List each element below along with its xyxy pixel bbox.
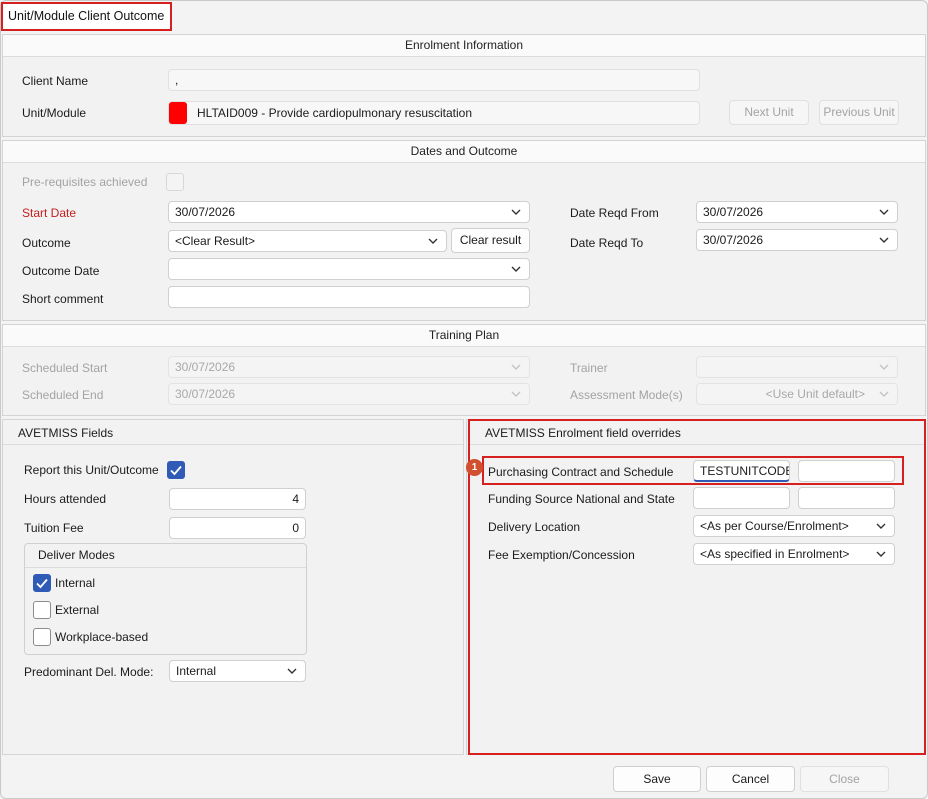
scheduled-start-field[interactable]: 30/07/2026 — [168, 356, 530, 378]
check-icon — [170, 465, 182, 476]
outcome-value: <Clear Result> — [175, 234, 256, 248]
clear-result-button[interactable]: Clear result — [451, 228, 530, 253]
delivery-location-select[interactable]: <As per Course/Enrolment> — [693, 515, 895, 537]
enrolment-header: Enrolment Information — [3, 35, 925, 57]
chevron-down-icon — [511, 384, 521, 398]
scheduled-start-value: 30/07/2026 — [175, 360, 236, 374]
mode-internal-label: Internal — [55, 576, 96, 590]
cancel-button[interactable]: Cancel — [706, 766, 795, 792]
chevron-down-icon[interactable] — [511, 202, 521, 216]
mode-workplace-checkbox[interactable] — [33, 628, 51, 646]
reqd-to-field[interactable]: 30/07/2026 — [696, 229, 898, 251]
outcome-select[interactable]: <Clear Result> — [168, 230, 447, 252]
window-title: Unit/Module Client Outcome — [8, 9, 165, 23]
purchasing-field-2[interactable] — [798, 460, 895, 482]
scheduled-start-label: Scheduled Start — [22, 361, 108, 375]
scheduled-end-value: 30/07/2026 — [175, 387, 236, 401]
fee-value: <As specified in Enrolment> — [700, 547, 850, 561]
check-icon — [36, 578, 48, 589]
scheduled-end-label: Scheduled End — [22, 388, 104, 402]
predominant-label: Predominant Del. Mode: — [24, 665, 154, 679]
mode-workplace-label: Workplace-based — [55, 630, 149, 644]
chevron-down-icon[interactable] — [428, 231, 438, 245]
delivery-location-label: Delivery Location — [488, 520, 581, 534]
next-unit-button[interactable]: Next Unit — [729, 100, 809, 125]
report-checkbox[interactable] — [167, 461, 185, 479]
assessment-select[interactable]: <Use Unit default> — [696, 383, 898, 405]
outcome-date-label: Outcome Date — [22, 264, 100, 278]
unit-color-swatch — [169, 102, 187, 124]
chevron-down-icon[interactable] — [511, 259, 521, 273]
outcome-date-field[interactable] — [168, 258, 530, 280]
close-button[interactable]: Close — [800, 766, 889, 792]
reqd-from-field[interactable]: 30/07/2026 — [696, 201, 898, 223]
short-comment-field[interactable] — [168, 286, 530, 308]
tuition-label: Tuition Fee — [24, 521, 84, 535]
hours-label: Hours attended — [24, 492, 107, 506]
avetmiss-header: AVETMISS Fields — [18, 426, 114, 440]
previous-unit-button[interactable]: Previous Unit — [819, 100, 899, 125]
chevron-down-icon — [511, 357, 521, 371]
purchasing-label: Purchasing Contract and Schedule — [488, 465, 674, 479]
tuition-field[interactable]: 0 — [169, 517, 306, 539]
unit-label: Unit/Module — [22, 106, 87, 120]
start-date-field[interactable]: 30/07/2026 — [168, 201, 530, 223]
chevron-down-icon[interactable] — [287, 661, 297, 675]
chevron-down-icon[interactable] — [876, 544, 886, 558]
mode-external-label: External — [55, 603, 100, 617]
outcome-label: Outcome — [22, 236, 71, 250]
reqd-from-label: Date Reqd From — [570, 206, 659, 220]
mode-internal-checkbox[interactable] — [33, 574, 51, 592]
trainer-label: Trainer — [570, 361, 608, 375]
scheduled-end-field[interactable]: 30/07/2026 — [168, 383, 530, 405]
trainer-select[interactable] — [696, 356, 898, 378]
start-date-label: Start Date — [22, 206, 77, 220]
delivery-location-value: <As per Course/Enrolment> — [700, 519, 849, 533]
deliver-modes-header: Deliver Modes — [25, 544, 306, 568]
prereq-label: Pre-requisites achieved — [22, 175, 148, 189]
dates-header: Dates and Outcome — [3, 141, 925, 163]
funding-label: Funding Source National and State — [488, 492, 675, 506]
hours-field[interactable]: 4 — [169, 488, 306, 510]
save-button[interactable]: Save — [613, 766, 701, 792]
reqd-to-label: Date Reqd To — [570, 236, 644, 250]
predominant-select[interactable]: Internal — [169, 660, 306, 682]
reqd-from-value: 30/07/2026 — [703, 205, 764, 219]
mode-external-checkbox[interactable] — [33, 601, 51, 619]
purchasing-field-1[interactable]: TESTUNITCODE — [693, 460, 790, 482]
reqd-to-value: 30/07/2026 — [703, 233, 764, 247]
funding-field-1[interactable] — [693, 487, 790, 509]
chevron-down-icon[interactable] — [879, 230, 889, 244]
prereq-checkbox[interactable] — [166, 173, 184, 191]
overrides-header-divider — [470, 444, 924, 445]
client-name-field[interactable]: , — [168, 69, 700, 91]
chevron-down-icon[interactable] — [876, 516, 886, 530]
assessment-label: Assessment Mode(s) — [570, 388, 683, 402]
step-badge: 1 — [466, 459, 483, 476]
funding-field-2[interactable] — [798, 487, 895, 509]
client-name-label: Client Name — [22, 74, 89, 88]
chevron-down-icon[interactable] — [879, 202, 889, 216]
overrides-header: AVETMISS Enrolment field overrides — [485, 426, 681, 440]
fee-select[interactable]: <As specified in Enrolment> — [693, 543, 895, 565]
avetmiss-header-divider — [3, 444, 463, 445]
report-label: Report this Unit/Outcome — [24, 463, 159, 477]
assessment-value: <Use Unit default> — [765, 387, 865, 401]
chevron-down-icon — [879, 384, 889, 398]
training-header: Training Plan — [3, 325, 925, 347]
short-comment-label: Short comment — [22, 292, 104, 306]
fee-label: Fee Exemption/Concession — [488, 548, 635, 562]
chevron-down-icon — [879, 357, 889, 371]
unit-field[interactable]: HLTAID009 - Provide cardiopulmonary resu… — [168, 101, 700, 125]
start-date-value: 30/07/2026 — [175, 205, 236, 219]
predominant-value: Internal — [176, 664, 217, 678]
